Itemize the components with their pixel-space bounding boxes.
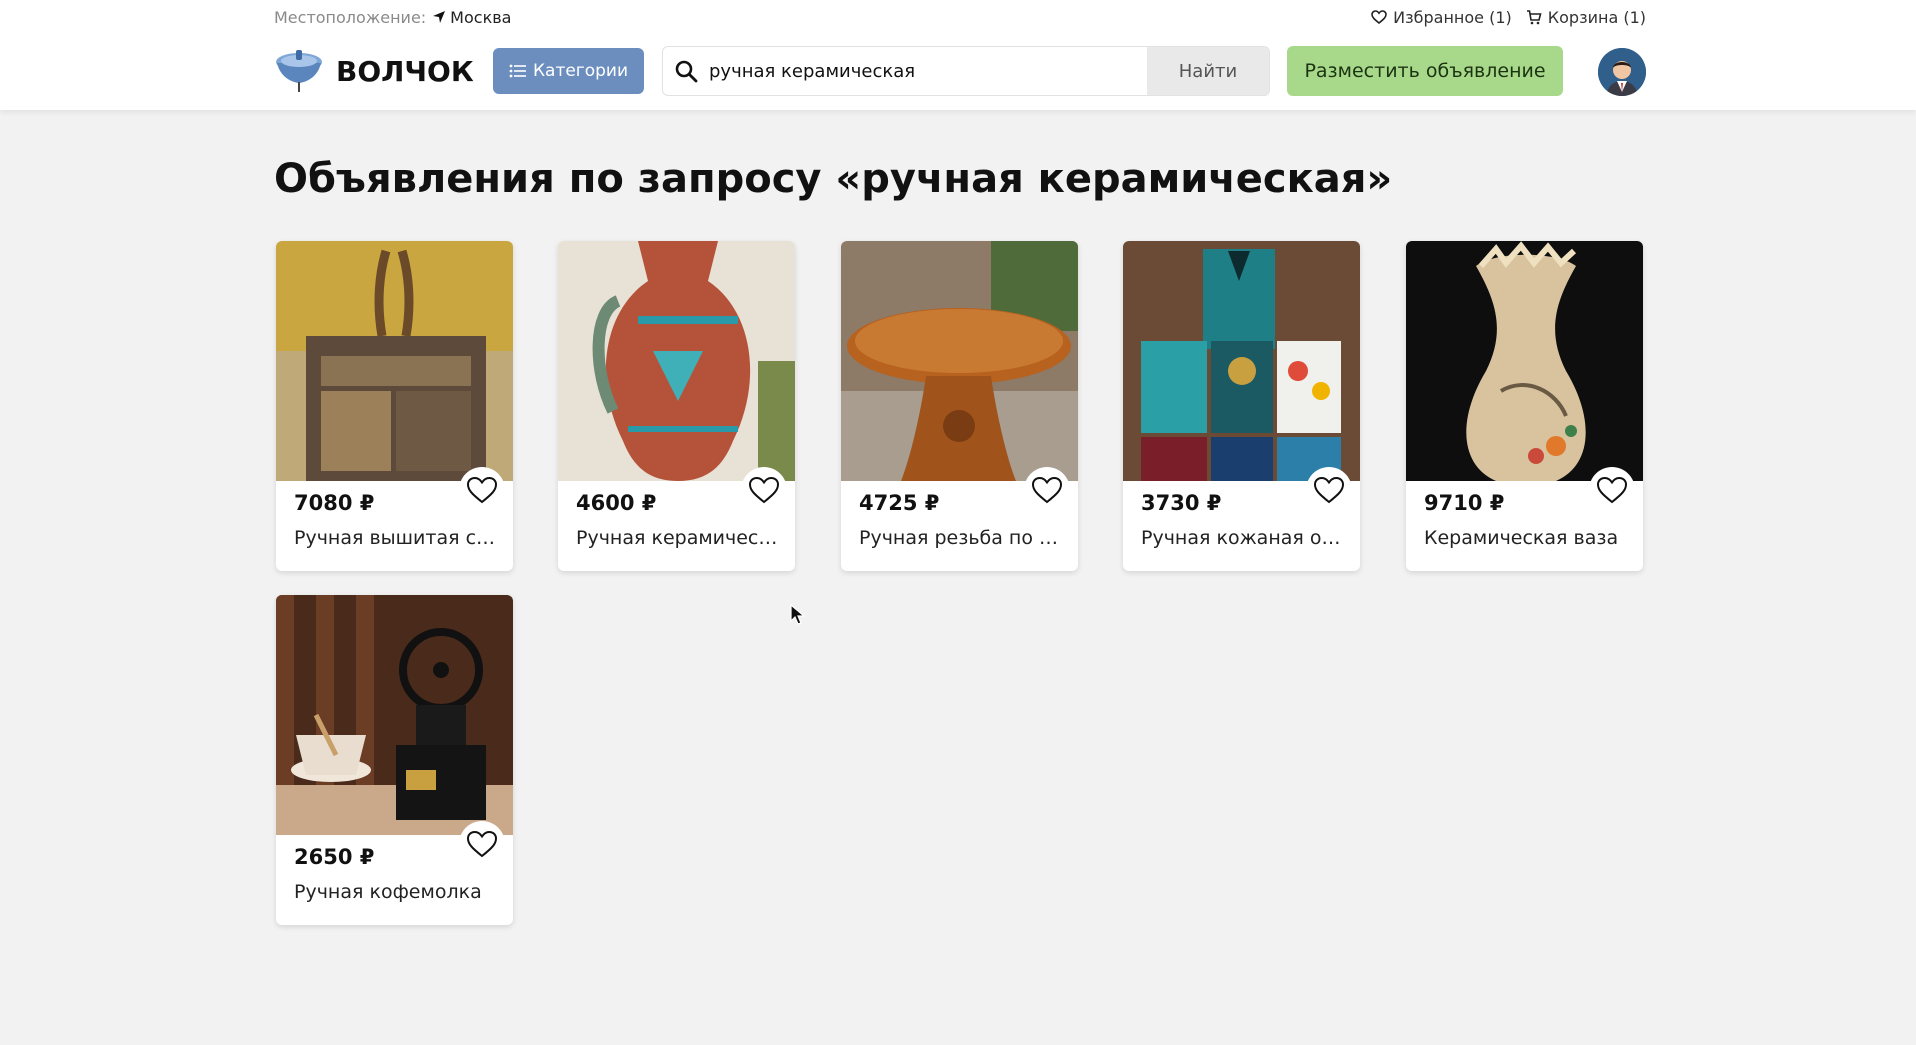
listing-card[interactable]: 4725 ₽ Ручная резьба по дереву [841,241,1078,571]
listing-card[interactable]: 2650 ₽ Ручная кофемолка [276,595,513,925]
listing-price: 2650 ₽ [294,845,375,869]
listing-price: 7080 ₽ [294,491,375,515]
favorite-heart-icon[interactable] [741,467,787,513]
favorite-heart-icon[interactable] [1306,467,1352,513]
heart-icon [1371,10,1387,24]
listing-title: Ручная кофемолка [294,881,482,903]
cart-label: Корзина (1) [1547,7,1646,27]
navigation-arrow-icon [433,11,446,23]
listing-card[interactable]: 4600 ₽ Ручная керамическая ваза [558,241,795,571]
favorites-label: Избранное (1) [1393,7,1512,27]
listing-image [276,595,513,835]
mouse-cursor-icon [790,604,806,625]
spinning-top-logo-icon [276,50,322,92]
post-ad-button[interactable]: Разместить объявление [1287,46,1563,96]
listing-card[interactable]: 7080 ₽ Ручная вышитая сумка [276,241,513,571]
location-label: Местоположение: [274,7,427,27]
listing-image [1406,241,1643,481]
listing-image [1123,241,1360,481]
favorite-heart-icon[interactable] [459,467,505,513]
listing-image [276,241,513,481]
location[interactable]: Местоположение: Москва [274,8,511,27]
listing-image [558,241,795,481]
listing-price: 9710 ₽ [1424,491,1505,515]
search-icon [663,59,709,83]
listing-price: 4725 ₽ [859,491,940,515]
listing-image [841,241,1078,481]
listing-title: Керамическая ваза [1424,527,1619,549]
search-submit-button[interactable]: Найти [1147,47,1269,95]
categories-label: Категории [532,61,629,81]
categories-button[interactable]: Категории [493,48,644,94]
search-bar: Найти [662,46,1270,96]
cart-link[interactable]: Корзина (1) [1526,8,1646,27]
site-header: Местоположение: Москва Избранное (1) Кор… [0,0,1916,110]
logo-text: ВОЛЧОК [336,54,474,88]
listing-title: Ручная керамическая ваза [576,527,781,549]
search-input[interactable] [709,47,1147,95]
listing-price: 4600 ₽ [576,491,657,515]
listing-price: 3730 ₽ [1141,491,1222,515]
top-bar: Местоположение: Москва Избранное (1) Кор… [274,6,1646,28]
city-selector[interactable]: Москва [432,8,511,27]
favorites-link[interactable]: Избранное (1) [1371,8,1512,27]
cart-icon [1526,9,1542,24]
listing-title: Ручная вышитая сумка [294,527,499,549]
city-name: Москва [450,7,512,27]
user-avatar[interactable] [1598,48,1646,96]
favorite-heart-icon[interactable] [1024,467,1070,513]
listing-card[interactable]: 3730 ₽ Ручная кожаная обложка [1123,241,1360,571]
list-icon [509,64,526,78]
listing-title: Ручная кожаная обложка [1141,527,1346,549]
listing-card[interactable]: 9710 ₽ Керамическая ваза [1406,241,1643,571]
site-logo[interactable]: ВОЛЧОК [274,46,474,96]
listing-title: Ручная резьба по дереву [859,527,1064,549]
favorite-heart-icon[interactable] [1589,467,1635,513]
favorite-heart-icon[interactable] [459,821,505,867]
page-title: Объявления по запросу «ручная керамическ… [274,156,1393,202]
